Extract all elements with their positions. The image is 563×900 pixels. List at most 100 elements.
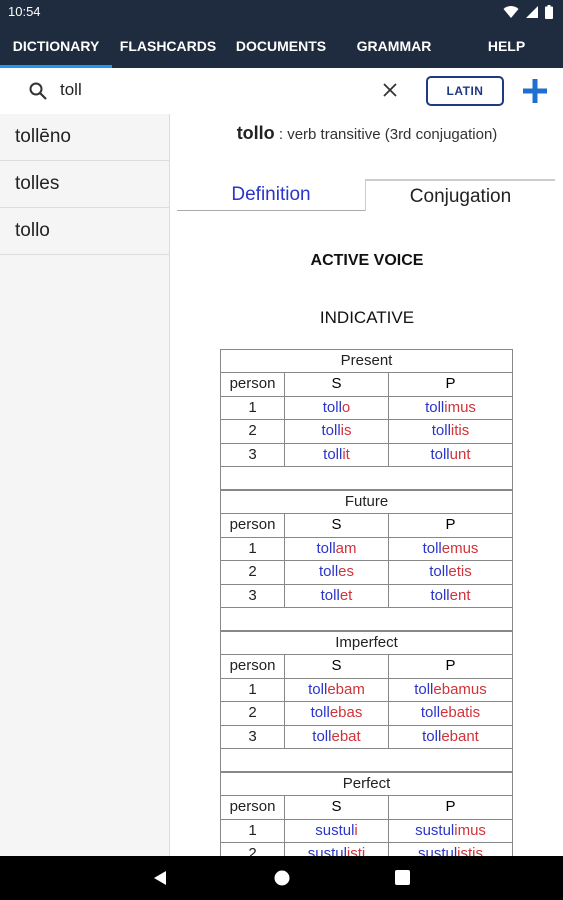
tab-flashcards[interactable]: FLASHCARDS: [112, 24, 224, 68]
add-icon[interactable]: [521, 77, 549, 105]
table-spacer: [220, 467, 513, 490]
tab-dictionary[interactable]: DICTIONARY: [0, 24, 112, 68]
form-ending: es: [338, 563, 355, 580]
table-header-row: person S P: [221, 514, 512, 538]
singular-form: tollo: [285, 396, 389, 419]
voice-heading: ACTIVE VOICE: [310, 252, 424, 269]
form-ending: istis: [457, 845, 484, 856]
form-ending: imus: [444, 398, 476, 416]
list-item[interactable]: tollo: [0, 208, 169, 255]
table-spacer: [220, 608, 513, 631]
form-ending: et: [339, 586, 353, 604]
table-row: 1 tollo tollimus: [221, 396, 512, 420]
singular-form: tolles: [285, 561, 389, 584]
form-ending: unt: [449, 445, 471, 463]
plural-form: tollebamus: [389, 679, 512, 702]
tense-block: Imperfect person S P 1 tollebam tollebamus 2 tol…: [220, 631, 513, 749]
form-ending: imus: [454, 821, 486, 839]
form-ending: ebas: [329, 704, 363, 721]
form-stem: sustul: [307, 845, 347, 856]
language-button[interactable]: LATIN: [426, 76, 504, 106]
singular-form: tollit: [285, 443, 389, 466]
table-header-row: person S P: [221, 796, 512, 820]
system-icons: [503, 5, 553, 19]
header-singular: S: [285, 796, 389, 819]
tense-block: Future person S P 1 tollam tollemus 2 tolles toll…: [220, 490, 513, 608]
plural-form: tollemus: [389, 538, 512, 561]
table-row: 1 tollam tollemus: [221, 537, 512, 561]
form-stem: toll: [323, 445, 343, 463]
tab-help[interactable]: HELP: [450, 24, 563, 68]
form-stem: toll: [414, 680, 434, 698]
header-singular: S: [285, 655, 389, 678]
table-row: 3 tollebat tollebant: [221, 725, 512, 749]
form-stem: toll: [316, 539, 336, 557]
list-item[interactable]: tollēno: [0, 114, 169, 161]
search-input[interactable]: toll: [60, 80, 360, 100]
search-icon[interactable]: [28, 81, 48, 101]
tense-title: Future: [221, 491, 512, 514]
singular-form: tollebam: [285, 678, 389, 701]
form-stem: toll: [320, 586, 340, 604]
entry-heading: tollo : verb transitive (3rd conjugation…: [171, 123, 563, 144]
form-stem: toll: [422, 539, 442, 557]
header-person: person: [221, 514, 285, 537]
battery-icon: [545, 5, 553, 19]
plural-form: tollebant: [389, 726, 512, 749]
form-ending: it: [342, 445, 350, 463]
header-plural: P: [445, 516, 456, 533]
form-ending: itis: [450, 422, 470, 439]
plural-form: tollimus: [389, 397, 512, 420]
word-list: tollēno tolles tollo: [0, 114, 170, 856]
table-row: 3 tollet tollent: [221, 584, 512, 608]
header-plural: P: [445, 798, 456, 815]
plural-form: sustulistis: [389, 843, 512, 856]
form-ending: isti: [346, 845, 366, 856]
tense-block: Present person S P 1 tollo tollimus 2 tollis toll…: [220, 349, 513, 467]
list-item[interactable]: tolles: [0, 161, 169, 208]
table-header-row: person S P: [221, 373, 512, 397]
table-row: 1 tollebam tollebamus: [221, 678, 512, 702]
tab-documents[interactable]: DOCUMENTS: [224, 24, 338, 68]
form-stem: toll: [318, 563, 339, 580]
tab-conjugation[interactable]: Conjugation: [365, 179, 555, 211]
recents-icon[interactable]: [395, 870, 410, 885]
form-ending: i: [354, 821, 358, 839]
plural-form: tollebatis: [389, 702, 512, 725]
form-stem: toll: [425, 398, 445, 416]
form-stem: sustul: [415, 821, 455, 839]
person-cell: 1: [221, 819, 285, 842]
tab-grammar[interactable]: GRAMMAR: [338, 24, 450, 68]
form-ending: emus: [441, 539, 479, 557]
form-ending: is: [340, 422, 352, 439]
person-cell: 3: [221, 584, 285, 607]
singular-form: tollebat: [285, 725, 389, 748]
form-ending: o: [341, 398, 351, 416]
clear-icon[interactable]: [381, 81, 399, 99]
form-stem: sustul: [417, 845, 458, 856]
entry-word: tollo: [236, 123, 275, 143]
tense-block: Perfect person S P 1 sustuli sustulimus 2 sustul…: [220, 772, 513, 856]
header-singular: S: [285, 373, 389, 396]
plural-form: tollent: [389, 585, 512, 608]
table-row: 3 tollit toll unt: [221, 443, 512, 467]
person-cell: 2: [221, 843, 285, 856]
form-stem: toll: [422, 727, 442, 745]
plural-form: sustulimus: [389, 820, 512, 843]
person-cell: 2: [221, 420, 285, 443]
form-stem: toll: [430, 586, 450, 604]
table-row: 1 sustuli sustulimus: [221, 819, 512, 843]
person-cell: 1: [221, 537, 285, 560]
home-icon[interactable]: [273, 869, 291, 887]
form-stem: toll: [310, 704, 330, 721]
singular-form: sustuli: [285, 819, 389, 842]
person-cell: 3: [221, 443, 285, 466]
table-row: 2 sustulisti sustulistis: [221, 843, 512, 856]
form-ending: am: [335, 539, 357, 557]
wifi-icon: [503, 6, 519, 19]
person-cell: 2: [221, 561, 285, 584]
search-bar: toll LATIN: [0, 68, 563, 114]
back-icon[interactable]: [152, 870, 168, 886]
form-ending: ebatis: [440, 704, 481, 721]
tab-definition[interactable]: Definition: [177, 179, 365, 211]
